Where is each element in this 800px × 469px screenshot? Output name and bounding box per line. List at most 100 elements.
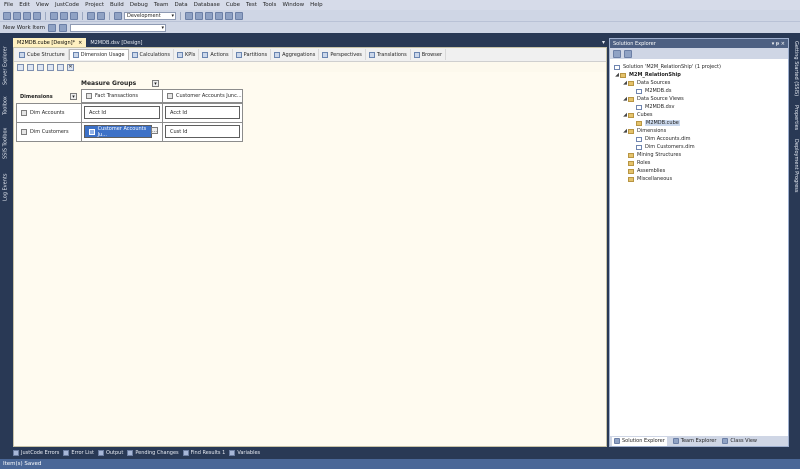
object-browser-icon[interactable] — [225, 11, 233, 20]
tree-ds-file[interactable]: M2MDB.ds — [610, 87, 788, 95]
server-explorer-tab[interactable]: Server Explorer — [1, 41, 10, 85]
tab-pending-changes[interactable]: Pending Changes — [127, 450, 179, 456]
tab-calculations[interactable]: Calculations — [129, 49, 175, 60]
dimensions-filter-icon[interactable]: ▾ — [70, 93, 77, 100]
new-work-item-button[interactable]: New Work Item — [3, 25, 45, 31]
add-cube-dimension-icon[interactable] — [17, 63, 24, 71]
copy-icon[interactable] — [60, 11, 68, 20]
tree-dsv-file[interactable]: M2MDB.dsv — [610, 103, 788, 111]
menu-team[interactable]: Team — [154, 2, 169, 8]
sort-descending-icon[interactable] — [57, 63, 64, 71]
ssis-toolbox-tab[interactable]: SSIS Toolbox — [1, 119, 10, 159]
show-all-dimensions-icon[interactable] — [37, 63, 44, 71]
tab-browser[interactable]: Browser — [411, 49, 447, 60]
tab-output[interactable]: Output — [97, 450, 123, 456]
tab-variables[interactable]: Variables — [229, 450, 260, 456]
relationship-many-to-many-selected[interactable]: Customer Accounts Ju... — [84, 125, 152, 138]
new-project-icon[interactable] — [3, 11, 11, 20]
tree-dim-accounts[interactable]: Dim Accounts.dim — [610, 135, 788, 143]
dimension-row-header-dim-accounts[interactable]: Dim Accounts — [16, 103, 82, 123]
toolbox-tab[interactable]: Toolbox — [1, 89, 10, 115]
tree-mining-structures[interactable]: Mining Structures — [610, 151, 788, 159]
menu-tools[interactable]: Tools — [263, 2, 277, 8]
tab-error-list[interactable]: Error List — [63, 450, 94, 456]
deployment-progress-tab[interactable]: Deployment Progress — [790, 139, 799, 199]
sort-ascending-icon[interactable] — [47, 63, 54, 71]
tab-solution-explorer[interactable]: Solution Explorer — [612, 436, 667, 446]
properties-tab[interactable]: Properties — [790, 105, 799, 135]
tab-dimension-usage[interactable]: Dimension Usage — [68, 49, 129, 60]
tab-partitions[interactable]: Partitions — [233, 49, 272, 60]
tab-perspectives[interactable]: Perspectives — [319, 49, 366, 60]
tab-find-results[interactable]: Find Results 1 — [182, 450, 225, 456]
work-item-combo[interactable]: ▾ — [69, 23, 166, 32]
go-to-work-item-icon[interactable] — [58, 23, 67, 32]
query-icon[interactable] — [47, 23, 56, 32]
solution-config-combo[interactable]: Development ▾ — [124, 11, 176, 20]
menu-view[interactable]: View — [36, 2, 49, 8]
menu-project[interactable]: Project — [85, 2, 104, 8]
tab-kpis[interactable]: KPIs — [174, 49, 200, 60]
start-debug-icon[interactable] — [114, 11, 122, 20]
menu-database[interactable]: Database — [194, 2, 220, 8]
tree-solution[interactable]: Solution 'M2M_RelationShip' (1 project) — [610, 63, 788, 71]
paste-icon[interactable] — [70, 11, 78, 20]
tree-roles[interactable]: Roles — [610, 159, 788, 167]
menu-test[interactable]: Test — [246, 2, 257, 8]
properties-icon[interactable] — [613, 49, 621, 58]
tab-team-explorer[interactable]: Team Explorer — [672, 438, 716, 444]
save-all-icon[interactable] — [33, 11, 41, 20]
tree-assemblies[interactable]: Assemblies — [610, 167, 788, 175]
delete-icon[interactable]: ✕ — [67, 63, 74, 71]
menu-edit[interactable]: Edit — [19, 2, 30, 8]
solution-explorer-icon[interactable] — [195, 11, 203, 20]
measure-groups-filter-icon[interactable]: ▾ — [152, 80, 159, 87]
refresh-icon[interactable] — [27, 63, 34, 71]
cut-icon[interactable] — [50, 11, 58, 20]
menu-debug[interactable]: Debug — [130, 2, 148, 8]
menu-justcode[interactable]: JustCode — [55, 2, 79, 8]
pin-close-icon[interactable]: ▾ ᵽ × — [772, 41, 785, 47]
tree-cubes[interactable]: ◢ Cubes — [610, 111, 788, 119]
open-file-icon[interactable] — [13, 11, 21, 20]
save-icon[interactable] — [23, 11, 31, 20]
tab-cube-structure[interactable]: Cube Structure — [16, 49, 69, 60]
dimension-row-header-dim-customers[interactable]: Dim Customers — [16, 122, 82, 142]
find-icon[interactable] — [185, 11, 193, 20]
menu-file[interactable]: File — [4, 2, 13, 8]
tree-project[interactable]: ◢ M2M_RelationShip — [610, 71, 788, 79]
tree-dimensions[interactable]: ◢ Dimensions — [610, 127, 788, 135]
menu-cube[interactable]: Cube — [226, 2, 240, 8]
menu-window[interactable]: Window — [282, 2, 304, 8]
tree-cube-file[interactable]: M2MDB.cube — [610, 119, 788, 127]
toolbar-options-icon[interactable] — [235, 11, 243, 20]
tab-class-view[interactable]: Class View — [722, 438, 757, 444]
tab-list-dropdown-icon[interactable]: ▾ — [602, 39, 605, 46]
tab-dsv-design[interactable]: M2MDB.dsv [Design] — [86, 38, 146, 47]
getting-started-tab[interactable]: Getting Started (SSIS) — [790, 41, 799, 101]
show-all-files-icon[interactable] — [624, 49, 632, 58]
menu-build[interactable]: Build — [110, 2, 124, 8]
properties-icon[interactable] — [205, 11, 213, 20]
tree-dsv[interactable]: ◢ Data Source Views — [610, 95, 788, 103]
tab-actions[interactable]: Actions — [199, 49, 233, 60]
relationship-granularity[interactable]: Acct Id — [165, 106, 240, 119]
toolbox-icon[interactable] — [215, 11, 223, 20]
measure-group-header-customer-accounts[interactable]: Customer Accounts Junc... — [162, 89, 243, 103]
menu-data[interactable]: Data — [174, 2, 187, 8]
redo-icon[interactable] — [97, 11, 105, 20]
relationship-granularity[interactable]: Acct Id — [84, 106, 160, 119]
tab-cube-design[interactable]: M2MDB.cube [Design]* × — [13, 38, 87, 47]
close-icon[interactable]: × — [78, 40, 82, 46]
edit-relationship-icon[interactable]: … — [151, 127, 158, 134]
menu-help[interactable]: Help — [310, 2, 323, 8]
relationship-granularity[interactable]: Cust Id — [165, 125, 240, 138]
log-events-tab[interactable]: Log Events — [1, 163, 10, 201]
measure-group-header-fact-transactions[interactable]: Fact Transactions — [81, 89, 163, 103]
tree-dim-customers[interactable]: Dim Customers.dim — [610, 143, 788, 151]
tab-aggregations[interactable]: Aggregations — [271, 49, 320, 60]
undo-icon[interactable] — [87, 11, 95, 20]
tab-justcode-errors[interactable]: JustCode Errors — [13, 450, 59, 456]
tab-translations[interactable]: Translations — [366, 49, 411, 60]
tree-miscellaneous[interactable]: Miscellaneous — [610, 175, 788, 183]
